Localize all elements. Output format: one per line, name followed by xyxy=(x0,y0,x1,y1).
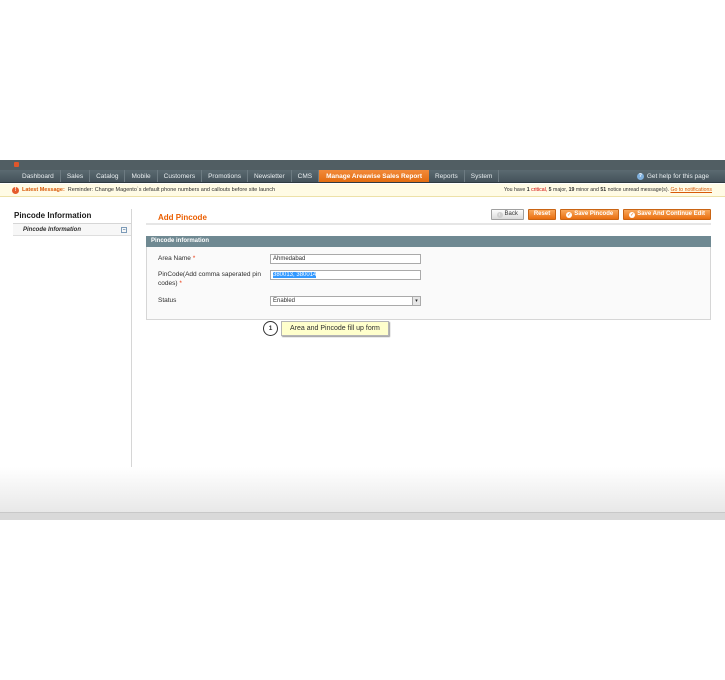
section-header: Pincode information xyxy=(146,236,711,247)
nav-item-reports[interactable]: Reports xyxy=(429,170,465,182)
back-arrow-icon: ‹ xyxy=(496,211,503,218)
nav-item-mobile[interactable]: Mobile xyxy=(125,170,158,182)
checkmark-icon: ✓ xyxy=(629,211,636,218)
help-label: Get help for this page xyxy=(646,173,709,180)
required-mark: * xyxy=(179,280,182,287)
page-title: Add Pincode xyxy=(158,213,207,222)
pincode-input[interactable]: 380013, 380014 xyxy=(270,270,421,280)
reset-button-label: Reset xyxy=(533,211,551,217)
nav-item-catalog[interactable]: Catalog xyxy=(90,170,126,182)
pincode-label: PinCode(Add comma saperated pin codes) * xyxy=(158,270,263,288)
nav-item-sales[interactable]: Sales xyxy=(61,170,91,182)
help-link[interactable]: ? Get help for this page xyxy=(636,170,709,183)
system-message-bar: ! Latest Message: Reminder: Change Magen… xyxy=(0,184,725,197)
save-and-continue-button[interactable]: ✓ Save And Continue Edit xyxy=(623,209,711,220)
sidebar-tab-pincode-information[interactable]: Pincode Information − xyxy=(13,224,131,236)
nav-item-cms[interactable]: CMS xyxy=(292,170,320,182)
annotation-callout: 1 Area and Pincode fill up form xyxy=(263,321,389,336)
warning-icon: ! xyxy=(12,187,19,194)
latest-message-text: Reminder: Change Magento`s default phone… xyxy=(67,187,276,193)
go-to-notifications-link[interactable]: Go to notifications xyxy=(670,187,712,193)
nav-item-manage-areawise-sales-report[interactable]: Manage Areawise Sales Report xyxy=(319,170,429,182)
save-pincode-button[interactable]: ✓ Save Pincode xyxy=(560,209,620,220)
nav-item-customers[interactable]: Customers xyxy=(158,170,203,182)
sidebar-tab-label: Pincode Information xyxy=(23,227,82,233)
back-button-label: Back xyxy=(504,211,518,217)
form-buttons: ‹ Back Reset ✓ Save Pincode ✓ Save And C… xyxy=(490,209,711,220)
required-mark: * xyxy=(192,255,196,262)
help-icon: ? xyxy=(636,173,644,180)
pincode-value-selected: 380013, 380014 xyxy=(273,272,317,278)
nav-item-promotions[interactable]: Promotions xyxy=(202,170,248,182)
sidebar: Pincode Information Pincode Information … xyxy=(13,209,132,467)
critical-count: 1 xyxy=(526,187,530,193)
notice-label: notice unread message(s). xyxy=(607,187,670,193)
collapse-icon: − xyxy=(121,227,127,233)
checkmark-icon: ✓ xyxy=(566,211,573,218)
critical-label: critical, xyxy=(531,187,548,193)
content-header: Add Pincode ‹ Back Reset ✓ Save Pincode … xyxy=(146,209,711,225)
nav-item-system[interactable]: System xyxy=(465,170,500,182)
summary-prefix: You have xyxy=(503,187,526,193)
major-label: major, xyxy=(553,187,568,193)
minor-count: 19 xyxy=(568,187,575,193)
footer xyxy=(0,467,725,513)
save-button-label: Save Pincode xyxy=(574,211,614,217)
area-name-label-text: Area Name xyxy=(158,255,191,262)
notification-summary: You have 1 critical, 5 major, 19 minor a… xyxy=(504,184,712,197)
save-continue-button-label: Save And Continue Edit xyxy=(637,211,705,217)
reset-button[interactable]: Reset xyxy=(527,209,557,220)
nav-item-dashboard[interactable]: Dashboard xyxy=(16,170,61,182)
nav-items: Dashboard Sales Catalog Mobile Customers Prom… xyxy=(0,170,500,182)
pincode-label-text: PinCode(Add comma saperated pin codes) xyxy=(158,271,261,287)
main-nav: Dashboard Sales Catalog Mobile Customers Prom… xyxy=(0,170,725,183)
notice-count: 51 xyxy=(600,187,607,193)
area-name-input[interactable]: Ahmedabad xyxy=(270,254,421,264)
chevron-down-icon: ▾ xyxy=(412,297,420,305)
status-selected-value: Enabled xyxy=(273,298,296,304)
callout-number: 1 xyxy=(263,321,278,336)
nav-item-newsletter[interactable]: Newsletter xyxy=(248,170,292,182)
major-count: 5 xyxy=(548,187,552,193)
status-select[interactable]: Enabled ▾ xyxy=(270,296,421,306)
back-button[interactable]: ‹ Back xyxy=(490,209,524,220)
latest-message-label: Latest Message: xyxy=(22,187,65,193)
footer-divider xyxy=(0,513,725,520)
status-label: Status xyxy=(158,297,177,304)
main-content: Add Pincode ‹ Back Reset ✓ Save Pincode … xyxy=(146,209,711,320)
callout-note: Area and Pincode fill up form xyxy=(281,321,389,336)
pincode-fieldset: Area Name * Ahmedabad PinCode(Add comma … xyxy=(146,247,711,320)
header-band xyxy=(0,160,725,170)
logo-icon xyxy=(14,162,19,167)
area-name-label: Area Name * xyxy=(158,254,263,263)
minor-label: minor and xyxy=(575,187,599,193)
sidebar-title: Pincode Information xyxy=(13,209,131,224)
